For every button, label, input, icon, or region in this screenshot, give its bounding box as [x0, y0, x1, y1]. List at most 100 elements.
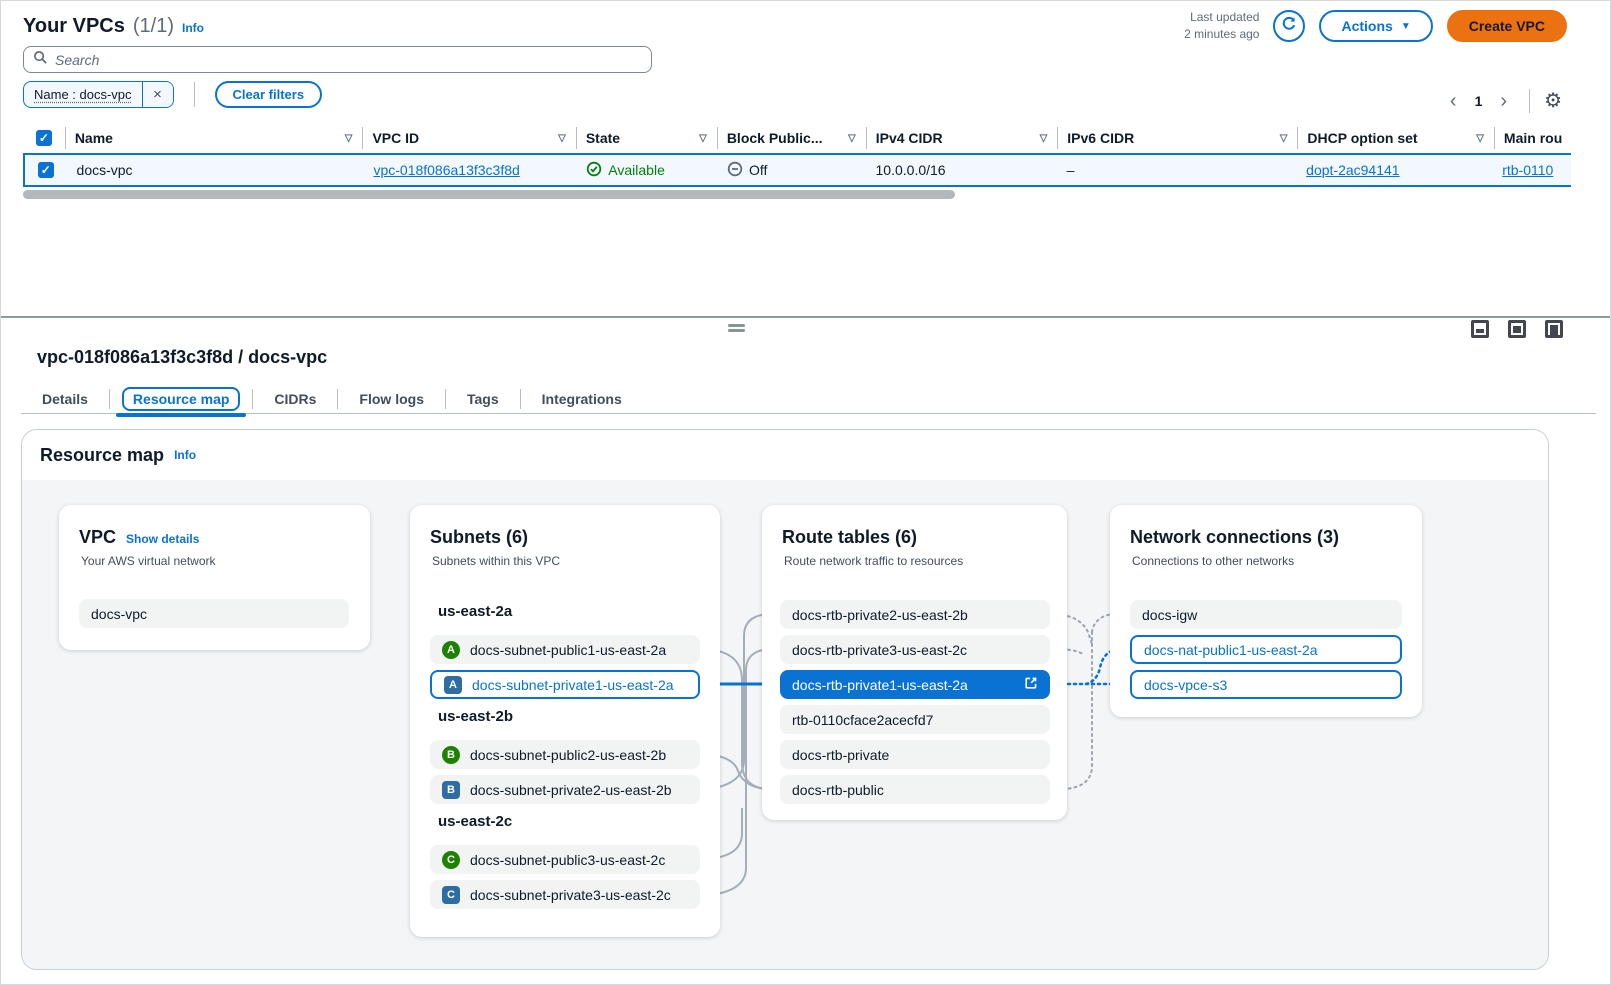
panel-layout-full-icon[interactable] [1545, 320, 1563, 338]
column-header-dhcp-option-set[interactable]: DHCP option set▽ [1297, 123, 1494, 153]
clear-filters-button[interactable]: Clear filters [215, 81, 323, 108]
route-table-node-private1-selected[interactable]: docs-rtb-private1-us-east-2a [780, 670, 1050, 699]
connection-node-igw[interactable]: docs-igw [1130, 600, 1402, 629]
create-vpc-button[interactable]: Create VPC [1447, 10, 1567, 42]
dhcp-option-set-link[interactable]: dopt-2ac94141 [1306, 162, 1399, 178]
tab-details[interactable]: Details [21, 384, 109, 414]
cell-vpc-id: vpc-018f086a13f3c3f8d [363, 162, 576, 178]
column-header-state[interactable]: State▽ [576, 123, 717, 153]
subnet-node-public2[interactable]: B docs-subnet-public2-us-east-2b [430, 740, 700, 769]
subnet-node-private3[interactable]: C docs-subnet-private3-us-east-2c [430, 880, 700, 909]
connection-node-vpce-s3-highlighted[interactable]: docs-vpce-s3 [1130, 670, 1402, 699]
vpc-card: VPC Show details Your AWS virtual networ… [59, 505, 370, 650]
vpc-counter: (1/1) [133, 15, 174, 38]
table-settings-gear-icon[interactable]: ⚙ [1544, 90, 1562, 112]
cell-ipv4-cidr: 10.0.0.0/16 [866, 162, 1057, 178]
subnet-node-public1[interactable]: A docs-subnet-public1-us-east-2a [430, 635, 700, 664]
column-header-main-route-table[interactable]: Main rou [1494, 123, 1571, 153]
split-panel-drag-handle[interactable] [728, 324, 745, 334]
column-header-name[interactable]: Name▽ [65, 123, 363, 153]
show-details-link[interactable]: Show details [126, 532, 199, 546]
route-table-node-private[interactable]: docs-rtb-private [780, 740, 1050, 769]
column-header-ipv6-cidr[interactable]: IPv6 CIDR▽ [1057, 123, 1297, 153]
current-page[interactable]: 1 [1469, 93, 1489, 109]
vpc-node[interactable]: docs-vpc [79, 599, 349, 628]
pagination: ‹ 1 › ⚙ [1442, 89, 1562, 113]
connection-node-nat-highlighted[interactable]: docs-nat-public1-us-east-2a [1130, 635, 1402, 664]
private-subnet-icon: C [442, 886, 460, 904]
sort-icon[interactable]: ▽ [848, 133, 856, 144]
vpc-card-title: VPC [79, 527, 116, 548]
cell-name: docs-vpc [67, 162, 364, 178]
network-connections-card-title: Network connections (3) [1130, 527, 1339, 548]
subnets-card: Subnets (6) Subnets within this VPC us-e… [410, 505, 720, 937]
sort-icon[interactable]: ▽ [1476, 133, 1484, 144]
tab-tags[interactable]: Tags [446, 384, 520, 414]
network-connections-card: Network connections (3) Connections to o… [1110, 505, 1422, 717]
subnets-card-subtitle: Subnets within this VPC [432, 554, 720, 568]
private-subnet-icon: B [442, 781, 460, 799]
vpc-id-link[interactable]: vpc-018f086a13f3c3f8d [373, 162, 519, 178]
tab-flow-logs[interactable]: Flow logs [338, 384, 445, 414]
refresh-button[interactable] [1273, 10, 1305, 42]
filter-row: Name : docs-vpc × Clear filters [23, 81, 322, 108]
off-minus-icon [727, 161, 743, 180]
table-header-row: ✓ Name▽ VPC ID▽ State▽ Block Public...▽ … [23, 123, 1571, 153]
external-link-icon[interactable] [1024, 676, 1038, 693]
column-header-ipv4-cidr[interactable]: IPv4 CIDR▽ [866, 123, 1058, 153]
route-table-node-private2[interactable]: docs-rtb-private2-us-east-2b [780, 600, 1050, 629]
panel-layout-split-icon[interactable] [1508, 320, 1526, 338]
filter-chip-remove-icon[interactable]: × [143, 82, 173, 107]
route-tables-card: Route tables (6) Route network traffic t… [762, 505, 1067, 820]
row-checkbox[interactable]: ✓ [38, 162, 54, 178]
vpc-card-subtitle: Your AWS virtual network [81, 554, 370, 568]
cell-main-route-table: rtb-0110 [1492, 162, 1571, 178]
table-row[interactable]: ✓ docs-vpc vpc-018f086a13f3c3f8d Availab… [23, 153, 1571, 187]
sort-icon[interactable]: ▽ [1040, 133, 1048, 144]
subnet-node-private2[interactable]: B docs-subnet-private2-us-east-2b [430, 775, 700, 804]
resource-map-info-link[interactable]: Info [174, 448, 196, 462]
subnets-card-title: Subnets (6) [430, 527, 528, 548]
column-header-block-public[interactable]: Block Public...▽ [717, 123, 866, 153]
vpc-list-panel: Your VPCs (1/1) Info Last updated 2 minu… [1, 1, 1610, 316]
subnet-node-public3[interactable]: C docs-subnet-public3-us-east-2c [430, 845, 700, 874]
caret-down-icon: ▼ [1401, 21, 1411, 32]
sort-icon[interactable]: ▽ [699, 133, 707, 144]
az-label-us-east-2a: us-east-2a [438, 603, 512, 620]
route-table-node-public[interactable]: docs-rtb-public [780, 775, 1050, 804]
prev-page-button[interactable]: ‹ [1442, 89, 1465, 113]
sort-icon[interactable]: ▽ [1280, 133, 1288, 144]
resource-map-canvas: VPC Show details Your AWS virtual networ… [22, 480, 1548, 969]
sort-icon[interactable]: ▽ [558, 133, 566, 144]
route-table-node-private3[interactable]: docs-rtb-private3-us-east-2c [780, 635, 1050, 664]
next-page-button[interactable]: › [1492, 89, 1515, 113]
last-updated-text: Last updated 2 minutes ago [1184, 9, 1259, 44]
search-input[interactable] [55, 52, 642, 68]
sort-icon[interactable]: ▽ [345, 133, 353, 144]
subnet-node-private1-selected[interactable]: A docs-subnet-private1-us-east-2a [430, 670, 700, 699]
vpc-console-screen: Your VPCs (1/1) Info Last updated 2 minu… [0, 0, 1611, 985]
filter-chip-label[interactable]: Name : docs-vpc [24, 82, 143, 107]
panel-layout-bottom-icon[interactable] [1471, 320, 1489, 338]
cell-block-public: Off [717, 161, 866, 180]
tab-resource-map[interactable]: Resource map [110, 384, 252, 414]
route-table-node-main[interactable]: rtb-0110cface2acecfd7 [780, 705, 1050, 734]
public-subnet-icon: B [442, 746, 460, 764]
private-subnet-icon: A [444, 676, 462, 694]
select-all-checkbox[interactable]: ✓ [36, 130, 52, 146]
tab-integrations[interactable]: Integrations [521, 384, 643, 414]
detail-tabs: Details Resource map CIDRs Flow logs Tag… [21, 384, 1596, 414]
route-tables-card-title: Route tables (6) [782, 527, 917, 548]
refresh-icon [1281, 16, 1297, 37]
horizontal-scrollbar[interactable] [23, 190, 955, 199]
cell-dhcp-option-set: dopt-2ac94141 [1296, 162, 1492, 178]
split-panel-divider [1, 316, 1610, 318]
tab-cidrs[interactable]: CIDRs [253, 384, 337, 414]
filter-divider [194, 82, 195, 107]
info-link[interactable]: Info [182, 21, 204, 35]
filter-chip: Name : docs-vpc × [23, 81, 174, 108]
resource-map-title: Resource map [40, 445, 164, 466]
actions-button[interactable]: Actions ▼ [1319, 10, 1432, 42]
column-header-vpc-id[interactable]: VPC ID▽ [362, 123, 575, 153]
main-route-table-link[interactable]: rtb-0110 [1502, 162, 1553, 178]
